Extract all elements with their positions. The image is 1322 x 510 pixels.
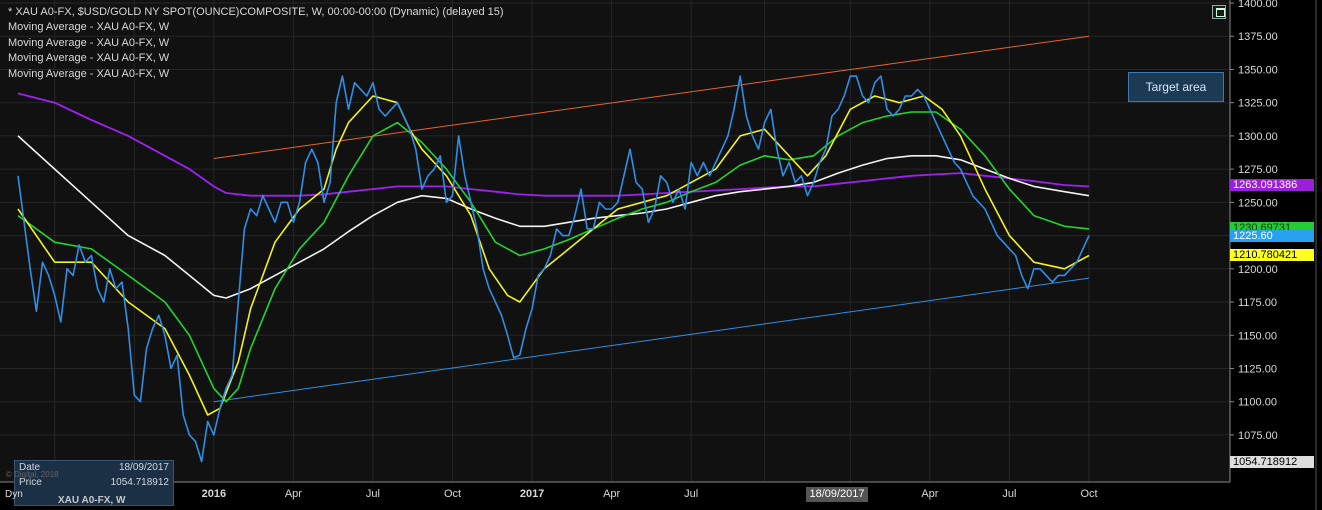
price-tag-ma-fast: 1210.780421 [1230,249,1314,261]
y-tick-label: 1400.00 [1238,0,1278,10]
price-tag-ma-long: 1263.091386 [1230,179,1314,191]
dyn-label: Dyn [5,489,23,500]
series-title: XAU A0-FX, W [58,495,126,506]
legend-ma-2: Moving Average - XAU A0-FX, W [8,36,170,49]
x-crosshair-label: 18/09/2017 [806,487,868,502]
y-tick-label: 1300.00 [1238,131,1278,143]
price-value: 1054.718912 [110,477,169,488]
copyright-watermark: © Digital, 2018 [6,470,59,479]
y-tick-label: 1375.00 [1238,31,1278,43]
chart-frame: 1075.00 1100.00 1125.00 1150.00 1175.00 1200.… [0,0,1322,510]
y-tick-label: 1100.00 [1238,397,1277,409]
date-value: 18/09/2017 [118,462,169,473]
maximize-icon[interactable] [1212,5,1226,19]
y-tick-label: 1275.00 [1238,164,1278,176]
legend-ma-3: Moving Average - XAU A0-FX, W [8,52,170,65]
legend-ma-1: Moving Average - XAU A0-FX, W [8,21,170,34]
x-tick-label: Jul [366,488,380,500]
x-tick-label: Jul [1002,488,1016,500]
x-tick-label: 2017 [520,488,544,500]
y-tick-label: 1175.00 [1238,297,1277,309]
legend-main: * XAU A0-FX, $USD/GOLD NY SPOT(OUNCE)COM… [8,6,504,18]
legend-ma-4: Moving Average - XAU A0-FX, W [8,67,170,80]
y-tick-label: 1250.00 [1238,197,1278,209]
y-tick-label: 1350.00 [1238,64,1278,76]
y-tick-label: 1150.00 [1238,330,1277,342]
legend: * XAU A0-FX, $USD/GOLD NY SPOT(OUNCE)COM… [8,5,504,82]
y-tick-label: 1075.00 [1238,430,1278,442]
x-tick-label: 2016 [202,488,226,500]
x-tick-label: Apr [921,488,938,500]
x-tick-label: Jul [684,488,698,500]
x-tick-label: Apr [285,488,302,500]
y-tick-label: 1325.00 [1238,98,1278,110]
price-tag-price: 1225.60 [1230,230,1314,242]
x-tick-label: Oct [1080,488,1097,500]
y-tick-label: 1125.00 [1238,363,1277,375]
target-area-box[interactable]: Target area [1128,72,1224,102]
y-tick-label: 1200.00 [1238,264,1278,276]
price-tag-crosshair: 1054.718912 [1230,456,1314,468]
x-tick-label: Apr [603,488,620,500]
x-tick-label: Oct [444,488,461,500]
